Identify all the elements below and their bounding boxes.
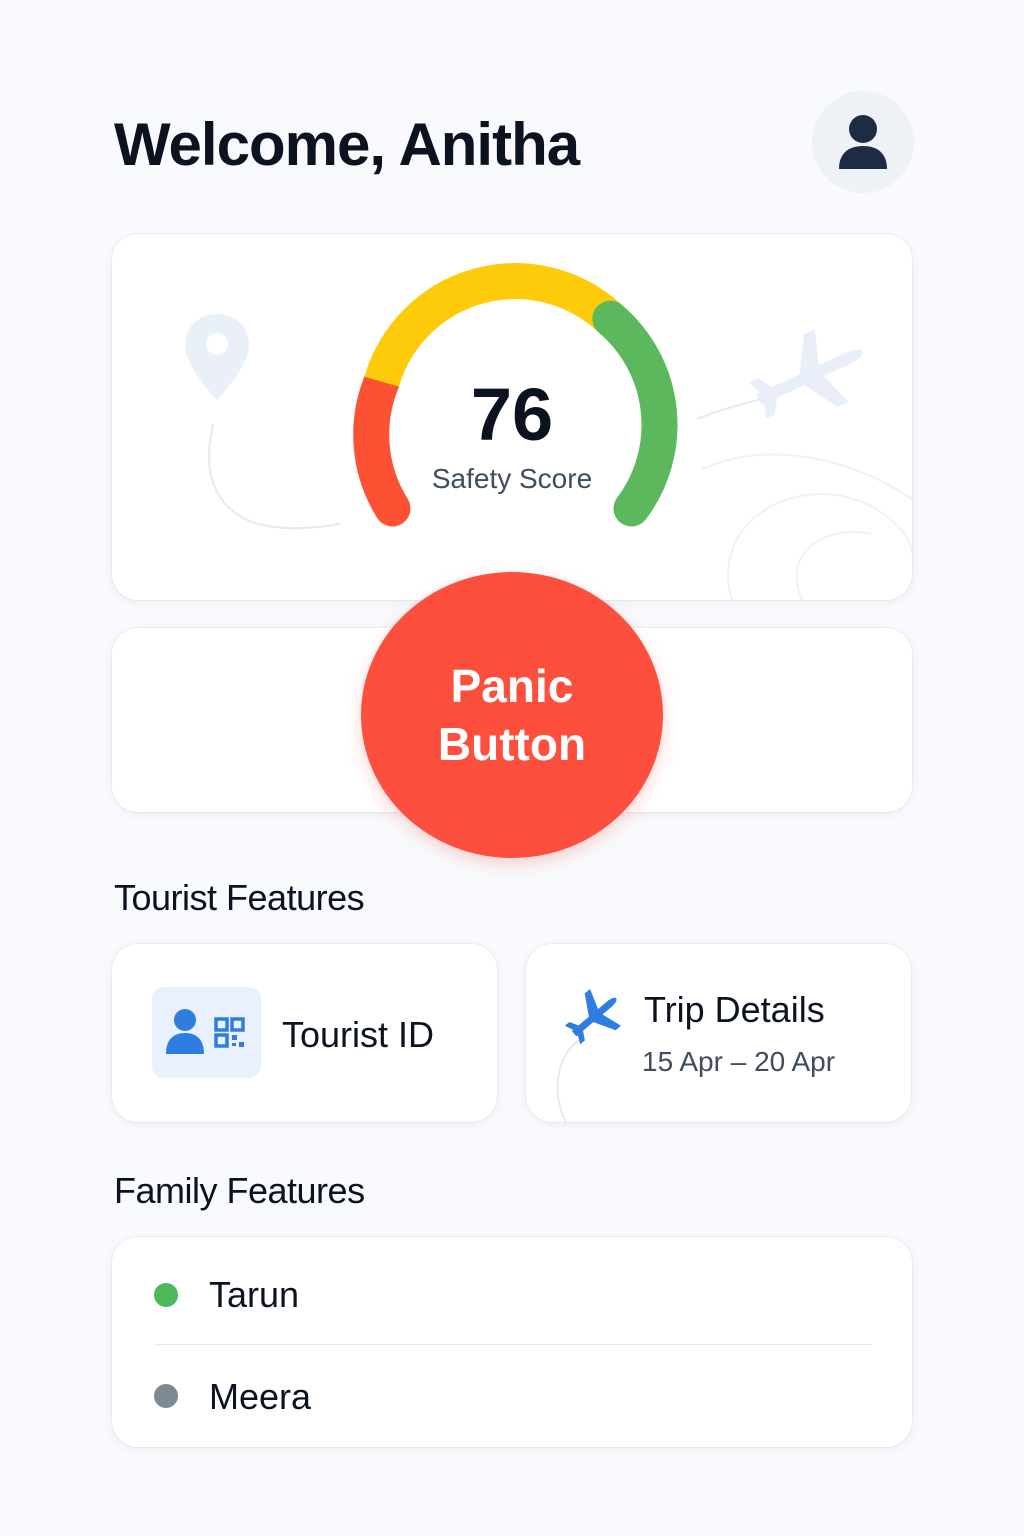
family-member-row[interactable]: Meera xyxy=(112,1345,912,1449)
page-title: Welcome, Anitha xyxy=(114,111,580,178)
family-member-name: Tarun xyxy=(209,1274,300,1315)
family-member-name: Meera xyxy=(209,1376,312,1417)
panic-button[interactable]: Panic Button xyxy=(361,572,663,858)
family-members-card: Tarun Meera xyxy=(112,1237,912,1447)
trip-dates: 15 Apr – 20 Apr xyxy=(642,1046,836,1077)
safety-score-value: 76 xyxy=(470,373,554,456)
user-avatar-icon xyxy=(839,115,887,169)
tourist-id-label: Tourist ID xyxy=(282,1014,435,1055)
tourist-id-icon xyxy=(152,987,261,1078)
tourist-features-heading: Tourist Features xyxy=(114,877,365,918)
profile-avatar-button[interactable] xyxy=(812,91,914,193)
trip-details-label: Trip Details xyxy=(644,989,825,1030)
safety-score-label: Safety Score xyxy=(431,463,593,494)
safety-score-card: 76 Safety Score xyxy=(112,234,912,600)
tourist-id-card[interactable]: Tourist ID xyxy=(112,944,497,1122)
panic-button-label-line2: Button xyxy=(437,718,587,770)
status-dot-offline xyxy=(154,1384,178,1408)
trip-details-card[interactable]: Trip Details 15 Apr – 20 Apr xyxy=(526,944,911,1122)
family-member-row[interactable]: Tarun xyxy=(112,1240,912,1344)
airplane-icon xyxy=(564,988,621,1045)
status-dot-online xyxy=(154,1283,178,1307)
panic-button-label-line1: Panic xyxy=(450,660,574,712)
family-features-heading: Family Features xyxy=(114,1170,365,1211)
